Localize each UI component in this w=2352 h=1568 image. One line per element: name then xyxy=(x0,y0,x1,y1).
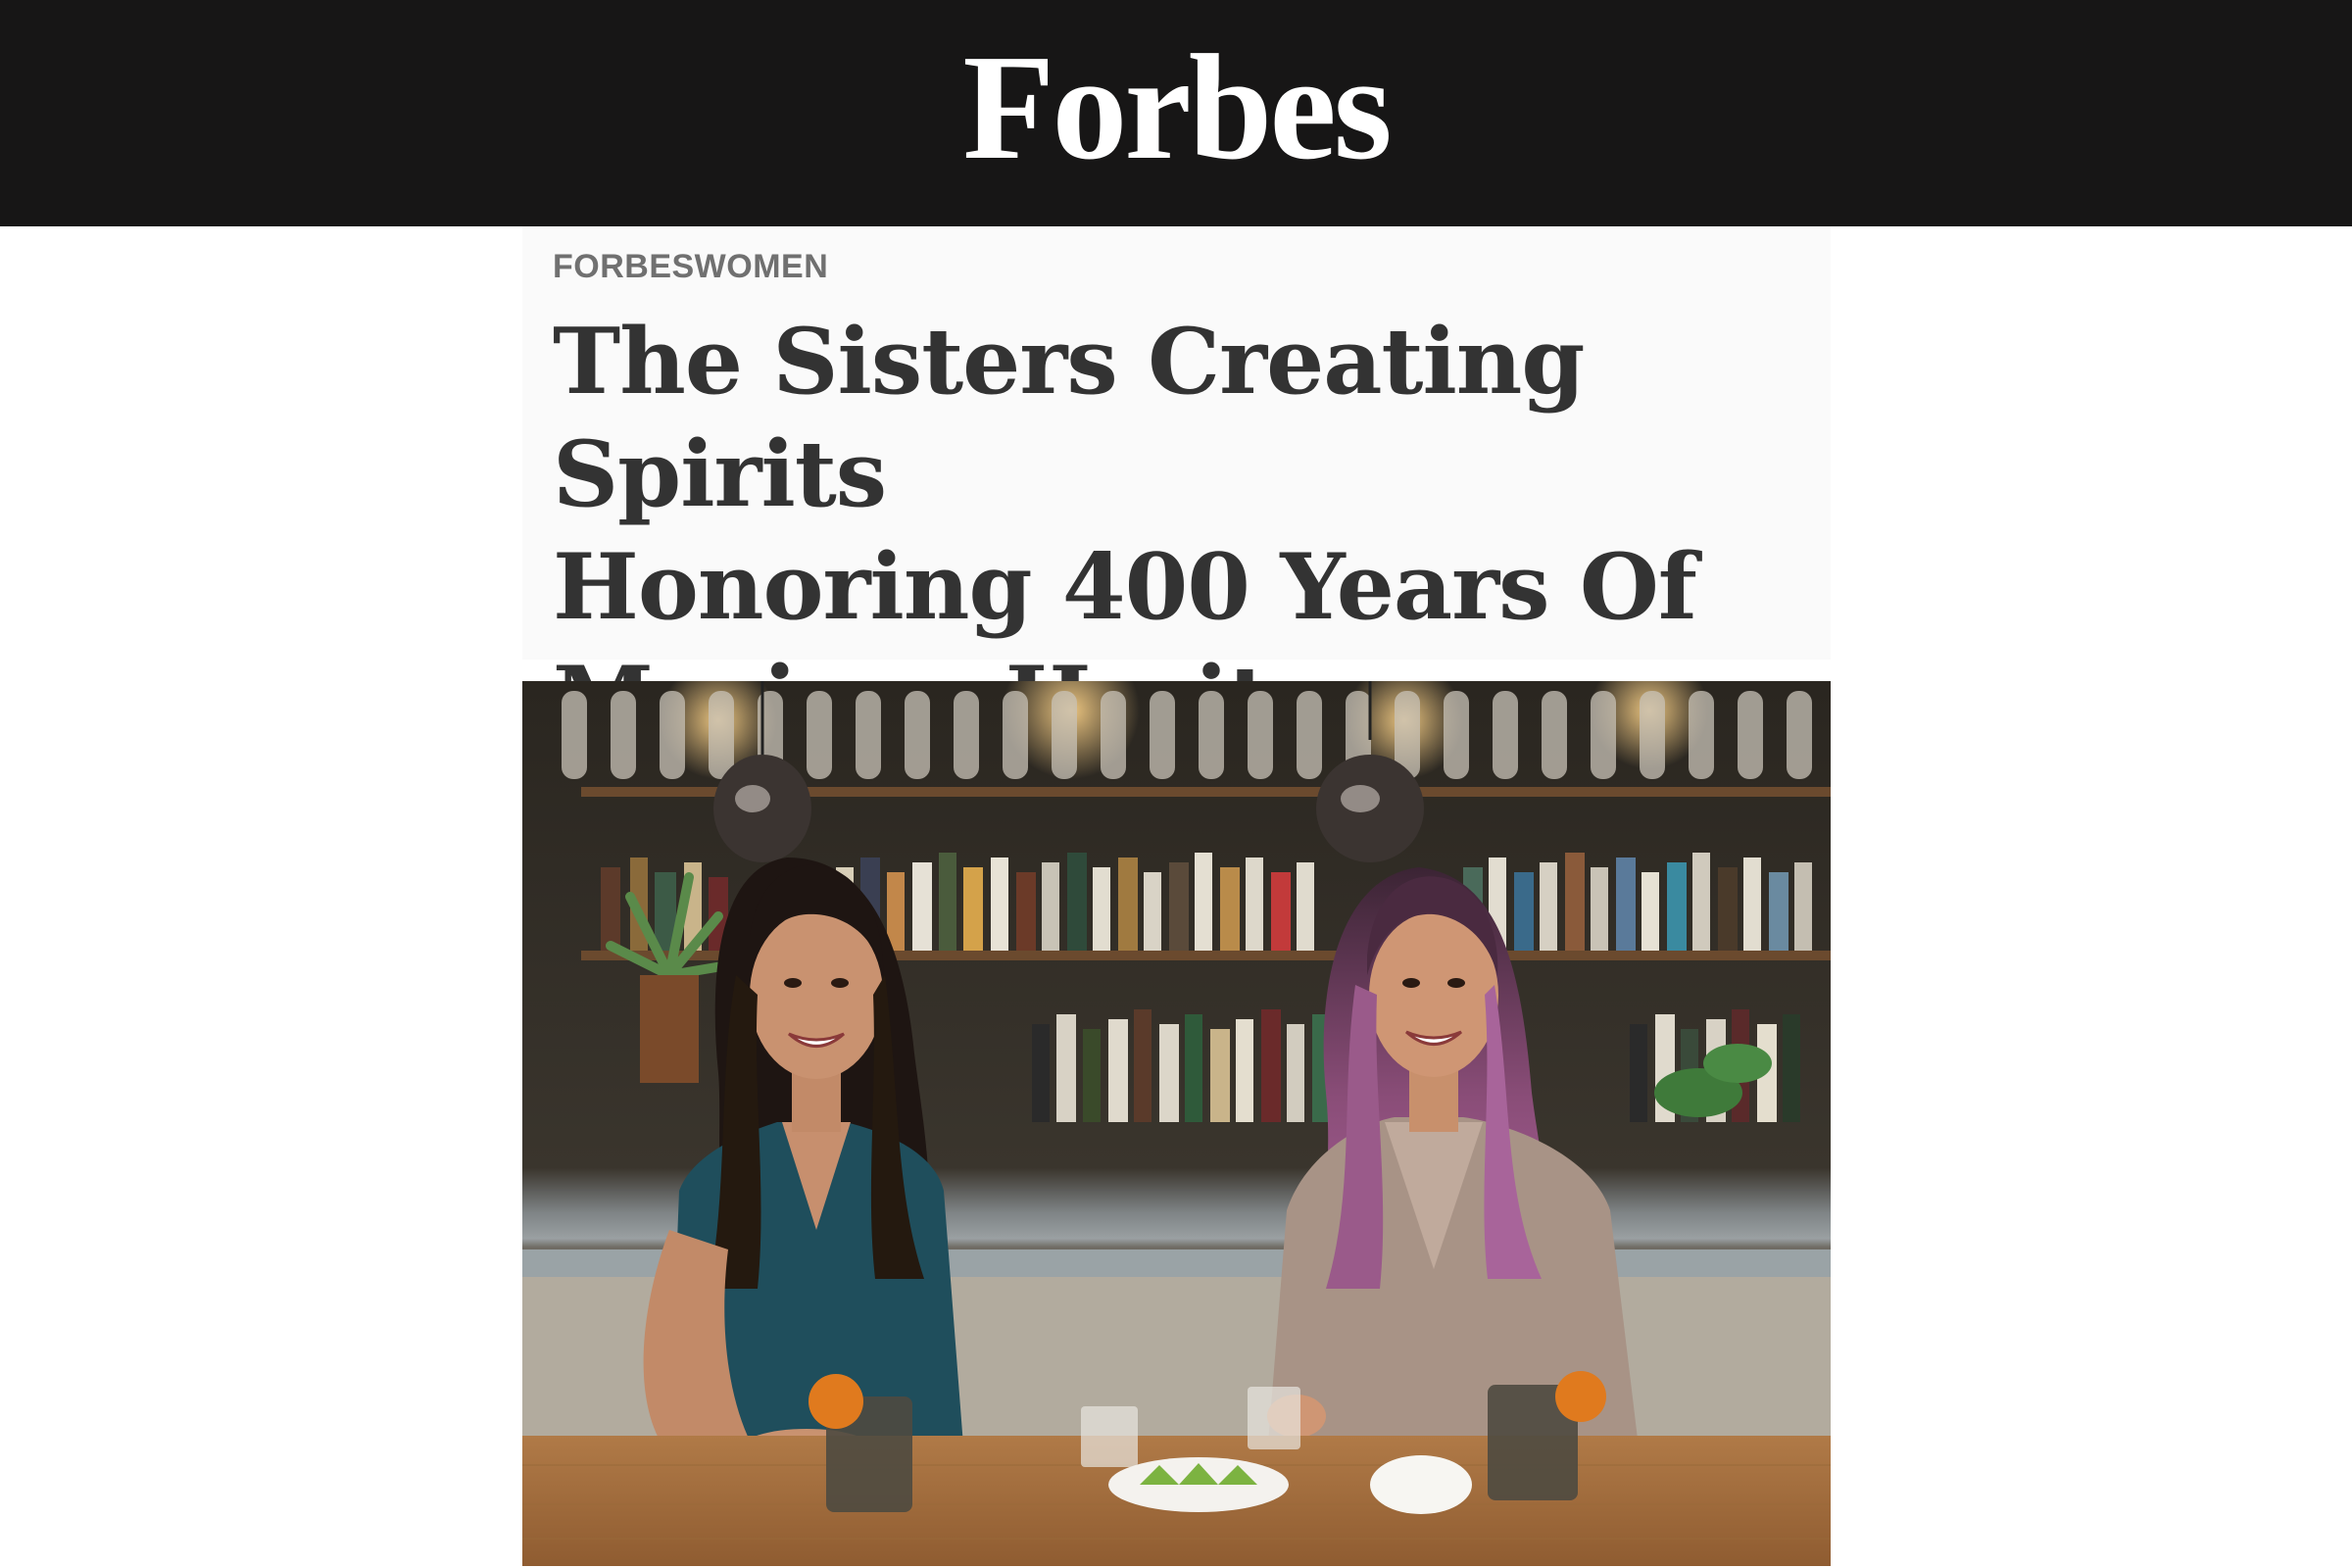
forbes-logo[interactable]: Forbes xyxy=(962,32,1392,183)
salt-bowl xyxy=(1370,1455,1472,1514)
article-title-block: FORBESWOMEN The Sisters Creating Spirits… xyxy=(522,226,1831,753)
shot-glass-hand xyxy=(1248,1387,1300,1449)
lime-plate xyxy=(1108,1457,1289,1512)
site-header: Forbes xyxy=(0,0,2352,226)
shot-glass xyxy=(1081,1406,1138,1467)
headline-line-2: Honoring 400 Years Of xyxy=(553,533,1697,640)
headline-line-1: The Sisters Creating Spirits xyxy=(553,308,1585,527)
section-link-forbeswomen[interactable]: FORBESWOMEN xyxy=(553,248,828,286)
hero-image xyxy=(522,681,1831,1566)
